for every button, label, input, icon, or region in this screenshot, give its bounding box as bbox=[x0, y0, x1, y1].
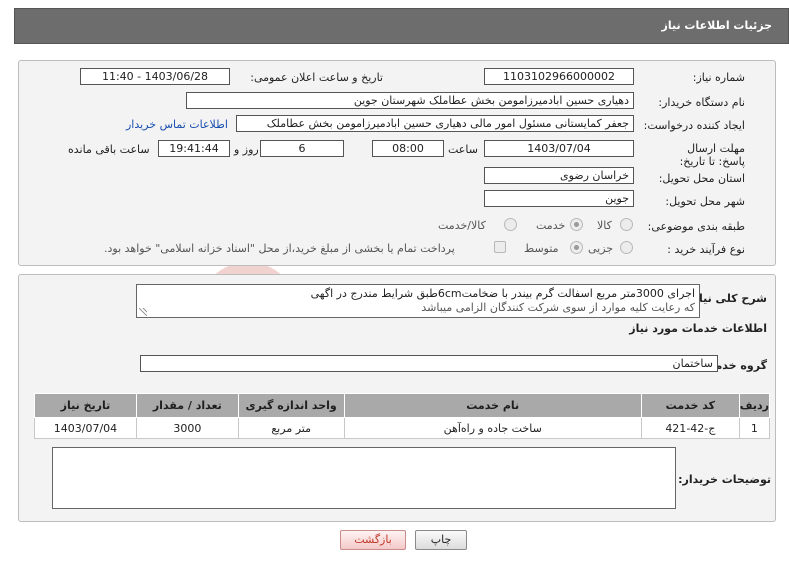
remaining-days-label: روز و bbox=[234, 143, 259, 156]
buyer-org-field: دهیاری حسین ابادمیرزامومن بخش عطاملک شهر… bbox=[186, 92, 634, 109]
col-header-unit: واحد اندازه گیری bbox=[237, 393, 345, 418]
resize-grip-icon[interactable] bbox=[139, 308, 147, 316]
cell-name: ساخت جاده و راه‌آهن bbox=[343, 417, 642, 439]
deadline-time-field: 08:00 bbox=[372, 140, 444, 157]
table-row: 1 ج-42-421 ساخت جاده و راه‌آهن متر مربع … bbox=[34, 417, 771, 439]
page-title: جزئیات اطلاعات نیاز bbox=[661, 19, 773, 32]
need-number-field: 1103102966000002 bbox=[484, 68, 634, 85]
buyer-contact-link[interactable]: اطلاعات تماس خریدار bbox=[126, 118, 228, 131]
creator-field: جعفر کمایستانی مسئول امور مالی دهیاری حس… bbox=[236, 115, 634, 132]
process-type-label: نوع فرآیند خرید : bbox=[667, 243, 745, 256]
need-number-label: شماره نیاز: bbox=[692, 71, 745, 84]
deadline-date-field: 1403/07/04 bbox=[484, 140, 634, 157]
cell-qty: 3000 bbox=[135, 417, 239, 439]
city-field: جوین bbox=[484, 190, 634, 207]
summary-line-1: اجرای 3000متر مربع اسفالت گرم بیندر با ض… bbox=[310, 287, 695, 300]
announce-date-field: 1403/06/28 - 11:40 bbox=[80, 68, 230, 85]
category-radio-service[interactable] bbox=[570, 218, 583, 231]
remaining-days-field: 6 bbox=[260, 140, 344, 157]
col-header-name: نام خدمت bbox=[343, 393, 642, 418]
category-label: طبقه بندی موضوعی: bbox=[647, 220, 745, 233]
category-radio-goods[interactable] bbox=[620, 218, 633, 231]
remaining-time-label: ساعت باقی مانده bbox=[68, 143, 150, 156]
cell-row: 1 bbox=[738, 417, 771, 439]
table-header-row: ردیف کد خدمت نام خدمت واحد اندازه گیری ت… bbox=[34, 393, 771, 418]
buyer-notes-label: توضیحات خریدار: bbox=[678, 473, 771, 486]
treasury-payment-note: پرداخت تمام یا بخشی از مبلغ خرید،از محل … bbox=[104, 242, 455, 255]
province-field: خراسان رضوی bbox=[484, 167, 634, 184]
process-radio-medium[interactable] bbox=[570, 241, 583, 254]
services-table: ردیف کد خدمت نام خدمت واحد اندازه گیری ت… bbox=[34, 393, 771, 439]
buyer-notes-textarea[interactable] bbox=[52, 447, 676, 509]
col-header-code: کد خدمت bbox=[640, 393, 740, 418]
summary-textarea[interactable]: اجرای 3000متر مربع اسفالت گرم بیندر با ض… bbox=[136, 284, 700, 318]
service-group-field: ساختمان bbox=[140, 355, 718, 372]
announce-date-label: تاریخ و ساعت اعلان عمومی: bbox=[250, 71, 383, 84]
col-header-date: تاریخ نیاز bbox=[34, 393, 137, 418]
cell-unit: متر مربع bbox=[237, 417, 345, 439]
city-label: شهر محل تحویل: bbox=[665, 195, 745, 208]
province-label: استان محل تحویل: bbox=[658, 172, 745, 185]
category-option-goods: کالا bbox=[597, 219, 612, 232]
summary-line-2: که رعایت کلیه موارد از سوی شرکت کنندگان … bbox=[421, 301, 695, 314]
process-radio-minor[interactable] bbox=[620, 241, 633, 254]
cell-code: ج-42-421 bbox=[640, 417, 740, 439]
cell-date: 1403/07/04 bbox=[34, 417, 137, 439]
remaining-time-field: 19:41:44 bbox=[158, 140, 230, 157]
treasury-payment-checkbox[interactable] bbox=[494, 241, 506, 253]
buyer-org-label: نام دستگاه خریدار: bbox=[658, 96, 745, 109]
summary-label: شرح کلی نیاز: bbox=[688, 292, 767, 305]
deadline-label: مهلت ارسال پاسخ: تا تاریخ: bbox=[679, 142, 745, 168]
category-option-service: خدمت bbox=[536, 219, 566, 232]
print-button[interactable]: چاپ bbox=[415, 530, 467, 550]
creator-label: ایجاد کننده درخواست: bbox=[643, 119, 745, 132]
process-option-medium: متوسط bbox=[524, 242, 559, 255]
services-section-title: اطلاعات خدمات مورد نیاز bbox=[629, 322, 767, 335]
category-radio-goods-service[interactable] bbox=[504, 218, 517, 231]
deadline-time-label: ساعت bbox=[448, 143, 478, 156]
col-header-row: ردیف bbox=[738, 393, 771, 418]
col-header-qty: تعداد / مقدار bbox=[135, 393, 239, 418]
process-option-minor: جزیی bbox=[588, 242, 614, 255]
back-button[interactable]: بازگشت bbox=[340, 530, 406, 550]
page-header: جزئیات اطلاعات نیاز bbox=[14, 8, 789, 44]
category-option-goods-service: کالا/خدمت bbox=[438, 219, 486, 232]
